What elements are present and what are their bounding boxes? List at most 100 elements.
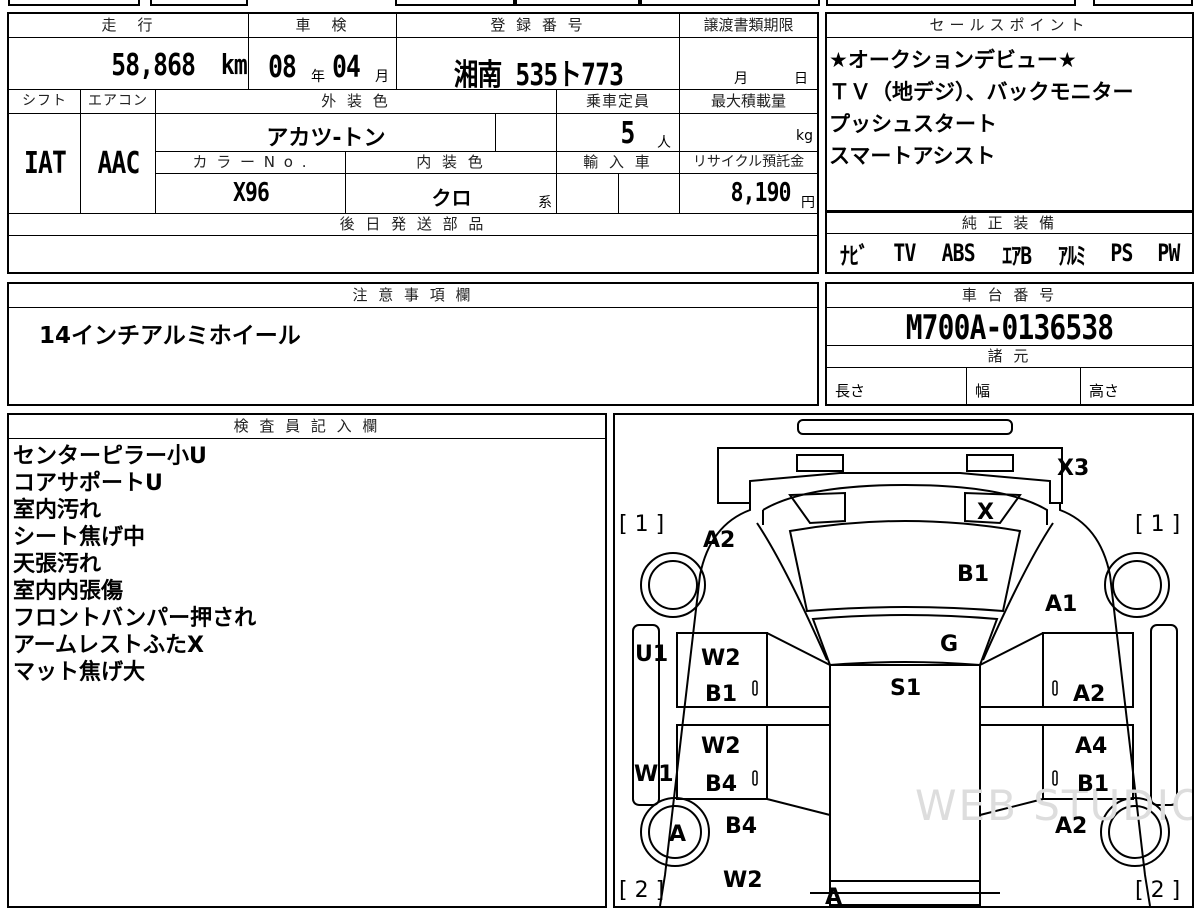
equipment-item: PS: [1110, 239, 1133, 267]
chassis-panel: 車 台 番 号 M700A-0136538 諸 元 長さ 幅 高さ: [825, 282, 1194, 406]
mark-b4-l3: B4: [725, 814, 757, 839]
inspector-line: マット焦げ大: [13, 660, 146, 685]
mark-g: G: [940, 632, 958, 657]
dashboard: [811, 614, 999, 667]
length-cell: 長さ: [827, 368, 967, 404]
registration-value: 湘南 535ト773: [453, 58, 624, 93]
capacity-header: 乗車定員: [557, 90, 680, 114]
mark-b4-l2: B4: [705, 772, 737, 797]
shaken-month: 04: [332, 50, 361, 85]
recycle-header: リサイクル預託金: [680, 152, 817, 174]
equipment-item: ｱﾙﾐ: [1057, 241, 1086, 270]
car-diagram: WEB STUDIO X3 X A2 B1 A1 G U1 W2 B1 S1 A…: [619, 419, 1192, 906]
mark-a2-left: A2: [703, 528, 735, 553]
front-bumper: [797, 419, 1013, 435]
ac-cell: AAC: [81, 114, 156, 214]
sales-line: ★オークションデビュー★: [829, 48, 1077, 72]
mark-w1: W1: [634, 762, 674, 787]
length-label: 長さ: [835, 382, 866, 400]
mileage-unit: km: [221, 48, 248, 81]
transfer-deadline-cell: 月 日: [680, 38, 817, 90]
inspector-notes: センターピラー小U コアサポートU 室内汚れ シート焦げ中 天張汚れ 室内内張傷…: [13, 443, 256, 686]
wheel-front-left-inner: [648, 560, 698, 610]
inspector-line: シート焦げ中: [13, 525, 146, 550]
sales-line: プッシュスタート: [829, 112, 997, 136]
exterior-color-header: 外 装 色: [156, 90, 557, 114]
registration-cell: 湘南 535ト773: [397, 38, 680, 93]
inspector-line: コアサポートU: [13, 471, 163, 496]
shaken-header: 車 検: [249, 14, 397, 38]
mileage-cell: 58,868 km: [9, 38, 249, 90]
transfer-month-unit: 月: [734, 71, 748, 87]
spec-header: 諸 元: [827, 346, 1192, 368]
chassis-header: 車 台 番 号: [827, 284, 1192, 308]
mark-w2-2: W2: [701, 734, 741, 759]
chassis-number-cell: M700A-0136538: [827, 308, 1192, 348]
inspector-line: 室内内張傷: [13, 579, 124, 604]
width-cell: 幅: [967, 368, 1081, 404]
wheel-front-right: [1104, 552, 1170, 618]
door-sill-left: [677, 632, 831, 816]
import-cell-2: [619, 174, 680, 214]
registration-header: 登 録 番 号: [397, 14, 680, 38]
equipment-item: PW: [1157, 239, 1180, 267]
sales-point-panel: セールスポイント ★オークションデビュー★ ＴＶ（地デジ）、バックモニター プッ…: [825, 12, 1194, 212]
bracket-top-right: [ 1 ]: [1135, 512, 1180, 537]
max-load-header: 最大積載量: [680, 90, 817, 114]
import-cell-1: [557, 174, 619, 214]
later-parts-header: 後 日 発 送 部 品: [9, 214, 817, 236]
notes-text: 14インチアルミホイール: [39, 323, 301, 349]
side-step-right: [1150, 624, 1178, 806]
mileage-value: 58,868: [110, 48, 196, 83]
recycle-unit: 円: [801, 195, 815, 211]
capacity-cell: 5 人: [557, 114, 680, 152]
equipment-item: ｴｱB: [1002, 241, 1032, 270]
shift-value: IAT: [24, 146, 67, 181]
inspector-line: 室内汚れ: [13, 498, 102, 523]
color-no-header: カ ラ ー N o .: [156, 152, 346, 174]
inspector-panel: 検 査 員 記 入 欄 センターピラー小U コアサポートU 室内汚れ シート焦げ…: [7, 413, 607, 908]
sales-line: ＴＶ（地デジ）、バックモニター: [829, 80, 1134, 104]
inspector-header: 検 査 員 記 入 欄: [9, 415, 605, 439]
wheel-front-left: [640, 552, 706, 618]
interior-color-header: 内 装 色: [346, 152, 557, 174]
mark-b1-top: B1: [957, 562, 989, 587]
shaken-year: 08: [268, 50, 297, 85]
bracket-bottom-left: [ 2 ]: [619, 878, 664, 903]
equipment-item: ABS: [942, 239, 976, 267]
watermark: WEB STUDIO: [915, 781, 1192, 830]
equipment-item: ﾅﾋﾞ: [840, 241, 869, 270]
inspector-line: 天張汚れ: [13, 552, 102, 577]
transfer-day-unit: 日: [794, 71, 808, 87]
height-cell: 高さ: [1081, 368, 1192, 404]
mark-u1: U1: [635, 642, 668, 667]
wheel-front-right-inner: [1112, 560, 1162, 610]
height-label: 高さ: [1089, 382, 1120, 400]
sales-point-list: ★オークションデビュー★ ＴＶ（地デジ）、バックモニター プッシュスタート スマ…: [829, 44, 1134, 172]
inspector-line: センターピラー小U: [13, 444, 207, 469]
equipment-panel: 純 正 装 備 ﾅﾋﾞ TV ABS ｴｱB ｱﾙﾐ PS PW: [825, 212, 1194, 274]
exterior-color-cell: アカツ-トン: [156, 114, 496, 152]
mark-a-bottom: A: [825, 885, 842, 906]
color-no-cell: X96: [156, 174, 346, 214]
body-inner: [762, 483, 1048, 525]
inspector-line: フロントバンパー押され: [13, 606, 257, 631]
capacity-value: 5: [620, 116, 636, 151]
capacity-unit: 人: [657, 135, 671, 151]
bracket-bottom-right: [ 2 ]: [1135, 878, 1180, 903]
mirror-left: [788, 491, 846, 525]
notes-header: 注 意 事 項 欄: [9, 284, 817, 308]
mark-x: X: [977, 500, 994, 525]
shaken-cell: 08 年 04 月: [249, 38, 397, 90]
mark-a2-r1: A2: [1073, 682, 1105, 707]
equipment-list: ﾅﾋﾞ TV ABS ｴｱB ｱﾙﾐ PS PW: [827, 238, 1192, 270]
equipment-item: TV: [893, 239, 917, 267]
handle-mark: [752, 770, 758, 786]
sales-point-header: セールスポイント: [827, 14, 1192, 38]
mark-a4: A4: [1075, 734, 1107, 759]
interior-color-unit: 系: [538, 195, 552, 211]
width-label: 幅: [975, 382, 991, 400]
interior-color-cell: クロ 系: [346, 174, 557, 214]
later-parts-body: [9, 236, 817, 272]
max-load-cell: kg: [680, 114, 817, 152]
